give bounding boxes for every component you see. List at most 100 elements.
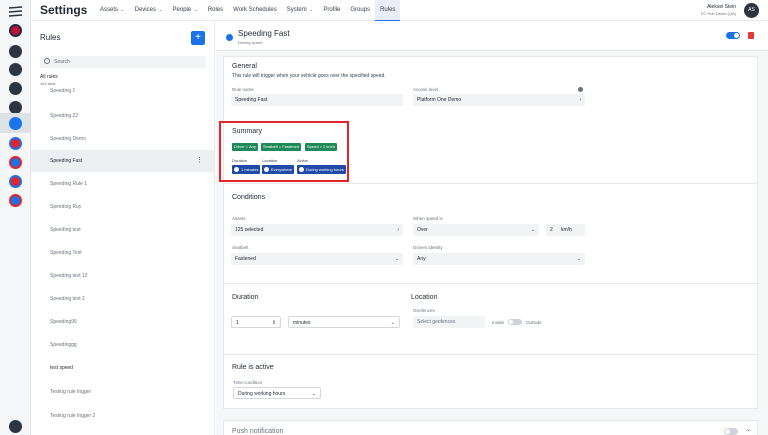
list-item[interactable]: test speed (31, 357, 215, 379)
avatar[interactable]: AS (744, 3, 759, 18)
rule-name-field[interactable]: Speeding Fast (231, 94, 403, 106)
list-item-selected[interactable]: Speeding Fast ⋮ (31, 150, 215, 172)
rules-panel-title: Rules (40, 33, 61, 42)
duration-location-card: Duration 1 ⇕ minutes ⌄ Location Geofence… (223, 283, 758, 363)
close-icon[interactable] (9, 420, 22, 433)
chevron-down-icon: ⌄ (192, 7, 198, 13)
chevron-down-icon: ⌄ (311, 391, 316, 397)
list-item[interactable]: Speeding test (31, 219, 215, 241)
push-notification-toggle[interactable] (724, 428, 738, 435)
conditions-card: Conditions Assets 125 selected › When sp… (223, 183, 758, 298)
duration-number-input[interactable]: 1 ⇕ (231, 316, 281, 328)
list-item[interactable]: Speeding Demo (31, 128, 215, 150)
app-icon-10[interactable] (9, 194, 22, 207)
search-placeholder: Search (54, 59, 70, 65)
assets-select[interactable]: 125 selected › (231, 224, 403, 236)
app-icon-7[interactable] (9, 137, 22, 150)
push-notification-card: Push notification ⌄ (223, 420, 758, 435)
speedometer-icon (226, 34, 233, 41)
list-item[interactable]: Speeding Ruy (31, 196, 215, 218)
rule-enabled-toggle[interactable] (726, 32, 740, 39)
nav-rules[interactable]: Rules (375, 0, 401, 21)
list-item[interactable]: Testing rule trigger (31, 381, 215, 403)
chevron-down-icon: ⌄ (390, 320, 395, 326)
nav-system[interactable]: System ⌄ (282, 0, 319, 21)
info-icon[interactable] (578, 87, 583, 92)
rule-subtitle: Driving speed (238, 40, 263, 45)
user-name: Aleksei Stein (707, 4, 736, 10)
list-item[interactable]: Speeding Test (31, 242, 215, 264)
geofences-label: Geofences (413, 308, 435, 313)
speed-comparator-select[interactable]: Over ⌄ (413, 224, 539, 236)
chevron-down-icon: ⌄ (394, 256, 399, 262)
access-level-select[interactable]: Platform One Demo › (413, 94, 585, 106)
nav-work-schedules[interactable]: Work Schedules (228, 0, 282, 21)
drivers-identity-select[interactable]: Any ⌄ (413, 253, 585, 265)
chevron-right-icon: › (579, 97, 581, 103)
nav-roles[interactable]: Roles (203, 0, 228, 21)
inside-outside-toggle[interactable] (508, 319, 522, 325)
chevron-down-icon: ⌄ (307, 7, 314, 13)
chevron-down-icon: ⌄ (530, 227, 535, 233)
app-icon-2[interactable] (9, 45, 22, 58)
assets-label: Assets (232, 216, 246, 221)
list-item[interactable]: Speeding 1 (31, 81, 215, 101)
main-nav: Assets ⌄ Devices ⌄ People ⌄ Roles Work S… (95, 0, 401, 21)
add-rule-button[interactable]: + (191, 31, 205, 45)
seatbelt-label: Seatbelt (232, 245, 249, 250)
seatbelt-select[interactable]: Fastened ⌄ (231, 253, 403, 265)
page-title: Settings (40, 3, 88, 17)
nav-profile[interactable]: Profile (318, 0, 345, 21)
chevron-down-icon[interactable]: ⌄ (746, 426, 751, 433)
nav-groups[interactable]: Groups (345, 0, 375, 21)
rule-active-title: Rule is active (232, 364, 274, 371)
app-icon-9[interactable] (9, 175, 22, 188)
push-notification-title: Push notification (232, 428, 284, 435)
nav-assets[interactable]: Assets ⌄ (95, 0, 130, 21)
location-title: Location (411, 294, 438, 301)
general-title: General (232, 63, 257, 70)
top-bar: Settings Assets ⌄ Devices ⌄ People ⌄ Rol… (31, 0, 768, 21)
drivers-identity-label: Drivers identity (413, 245, 443, 250)
conditions-title: Conditions (232, 194, 266, 201)
rule-title: Speeding Fast (238, 29, 290, 38)
list-item[interactable]: Testing rule trigger 2 (31, 405, 215, 427)
user-info[interactable]: Aleksei Stein FC Hub Demo (QA) (701, 4, 736, 16)
app-icon-8[interactable] (9, 156, 22, 169)
general-description: This rule will trigger when your vehicle… (232, 73, 386, 79)
nav-people[interactable]: People ⌄ (168, 0, 203, 21)
nav-devices[interactable]: Devices ⌄ (130, 0, 168, 21)
stepper-icon[interactable]: ⇕ (272, 317, 276, 329)
list-item[interactable]: Speeding99 (31, 311, 215, 333)
geofences-select[interactable]: Select geofences (413, 316, 485, 328)
search-input[interactable]: Search (40, 56, 206, 68)
time-condition-select[interactable]: During working hours ⌄ (233, 387, 321, 399)
speed-number-input[interactable]: 2 km/h (546, 224, 585, 236)
app-rail (0, 0, 31, 435)
more-options-icon[interactable]: ⋮ (196, 150, 203, 172)
rule-active-card: Rule is active Time condition During wor… (223, 354, 758, 409)
list-item[interactable]: Speeding text 2 (31, 288, 215, 310)
speed-unit: km/h (561, 227, 572, 233)
chevron-down-icon: ⌄ (156, 7, 163, 13)
rules-list-panel: Rules + Search All rules 164 total Speed… (31, 21, 215, 435)
trash-icon[interactable] (748, 32, 754, 39)
rule-detail: Speeding Fast Driving speed General This… (216, 21, 768, 435)
outside-label: Outside (526, 320, 542, 325)
user-org: FC Hub Demo (QA) (700, 11, 736, 16)
inside-label: Inside (492, 320, 505, 325)
settings-app-icon[interactable] (9, 117, 22, 130)
chevron-down-icon: ⌄ (119, 7, 125, 13)
duration-title: Duration (232, 294, 259, 301)
rule-header: Speeding Fast Driving speed (216, 21, 768, 51)
search-icon (44, 58, 50, 64)
duration-unit-select[interactable]: minutes ⌄ (288, 316, 400, 328)
app-icon-3[interactable] (9, 63, 22, 76)
app-icon-4[interactable] (9, 82, 22, 95)
list-item[interactable]: Speedinggg (31, 334, 215, 356)
list-item[interactable]: Speeding text 12 (31, 265, 215, 287)
list-item[interactable]: Speeding 22 (31, 105, 215, 127)
list-item[interactable]: Speeding Rule 1 (31, 173, 215, 195)
app-icon-1[interactable] (9, 24, 22, 37)
brand-logo-icon (8, 6, 23, 17)
